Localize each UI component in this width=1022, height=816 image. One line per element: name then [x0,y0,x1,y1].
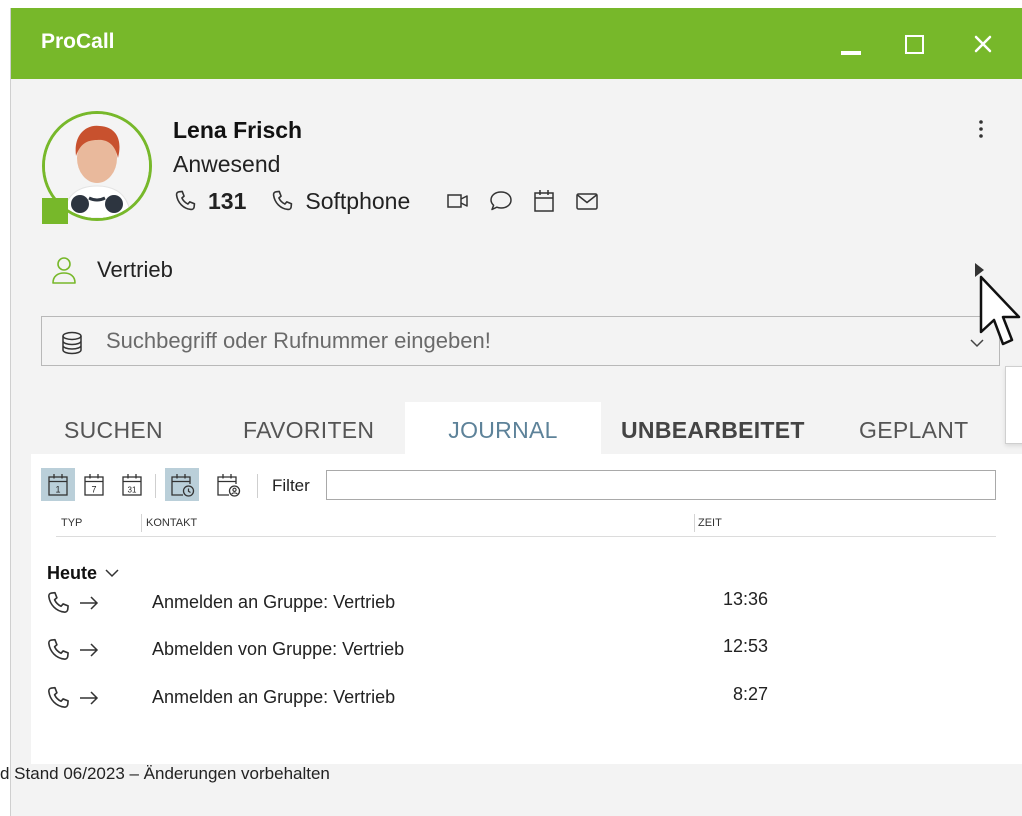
entry-contact: Anmelden an Gruppe: Vertrieb [152,687,396,707]
maximize-button[interactable] [901,27,931,59]
journal-row[interactable]: Abmelden von Gruppe: Vertrieb 12:53 [31,628,1022,668]
arrow-right-icon [80,596,99,610]
filter-month-button[interactable]: 31 [115,468,149,501]
filter-week-button[interactable]: 7 [77,468,111,501]
calendar-day-icon: 1 [48,473,68,496]
more-options-button[interactable] [973,118,989,147]
phone-icon [48,638,69,660]
header-divider [56,536,996,537]
close-button[interactable] [968,27,998,59]
calendar-week-icon: 7 [84,473,104,496]
email-button[interactable] [574,190,600,212]
column-divider[interactable] [694,514,695,532]
column-header-time[interactable]: ZEIT [698,517,722,529]
chevron-down-icon [105,569,119,578]
column-divider[interactable] [141,514,142,532]
entry-type [45,589,99,617]
mouse-cursor-icon [979,275,1021,346]
arrow-right-icon [80,643,99,657]
journal-row[interactable]: Anmelden an Gruppe: Vertrieb 8:27 [31,676,1022,716]
tab-bar: SUCHEN FAVORITEN JOURNAL UNBEARBEITET GE… [11,402,1022,454]
entry-contact: Anmelden an Gruppe: Vertrieb [152,592,396,612]
tab-suchen[interactable]: SUCHEN [64,402,163,454]
phone-device[interactable]: Softphone [305,188,410,215]
more-vertical-icon [979,120,983,138]
tab-favoriten[interactable]: FAVORITEN [243,402,374,454]
phone-icon [48,686,69,708]
toolbar-divider [257,474,258,498]
group-name: Vertrieb [97,257,173,282]
tab-unbearbeitet[interactable]: UNBEARBEITET [621,402,805,454]
journal-panel: 1 7 31 Filter TYP KONTAKT ZEIT Heute Anm… [31,454,1022,764]
day31-label: 31 [128,485,137,494]
entry-type [45,636,99,664]
minimize-icon [841,51,861,55]
filter-input[interactable] [326,470,996,500]
arrow-right-icon [80,691,99,705]
presence-badge [42,198,68,224]
entry-time: 13:36 [722,589,768,609]
calendar-person-icon [217,473,241,497]
appointment-button[interactable] [532,188,556,214]
entry-contact: Abmelden von Gruppe: Vertrieb [152,639,405,659]
entry-time: 8:27 [732,684,768,704]
tab-geplant[interactable]: GEPLANT [859,402,968,454]
chat-button[interactable] [488,189,514,213]
toolbar-divider [155,474,156,498]
journal-row[interactable]: Anmelden an Gruppe: Vertrieb 13:36 [31,581,1022,621]
day1-label: 1 [55,484,60,494]
column-header-type[interactable]: TYP [61,517,82,529]
chat-bubble-icon [490,191,512,211]
footer-note: d Stand 06/2023 – Änderungen vorbehalten [0,764,330,783]
entry-time: 12:53 [722,636,768,656]
video-call-button[interactable] [446,190,470,212]
envelope-icon [576,193,598,210]
calendar-clock-icon [171,473,195,497]
contact-actions: 131 Softphone [173,186,618,216]
user-name: Lena Frisch [173,117,303,143]
filter-today-button[interactable]: 1 [41,468,75,501]
filter-label: Filter [272,476,310,495]
presence-status[interactable]: Anwesend [173,151,280,178]
app-title: ProCall [41,30,115,53]
procall-window: ProCall Lena Frisch Anwesend 131 Softpho… [10,8,1022,816]
phone-extension[interactable]: 131 [208,188,246,215]
entry-type [45,684,99,712]
person-icon [52,257,76,284]
close-icon [974,35,992,53]
group-selector[interactable]: Vertrieb [51,255,173,285]
search-input[interactable] [106,326,956,356]
day7-label: 7 [91,484,96,494]
phone-icon [48,591,69,613]
column-header-contact[interactable]: KONTAKT [146,517,197,529]
filter-recent-button[interactable] [165,468,199,501]
database-icon [62,331,82,355]
search-box [41,316,1000,366]
minimize-button[interactable] [837,27,867,59]
filter-contact-button[interactable] [211,468,245,501]
video-camera-icon [447,194,468,208]
maximize-icon [905,35,924,54]
phone-icon [273,190,293,211]
title-bar: ProCall [11,8,1022,79]
calendar-month-icon: 31 [122,473,142,496]
tab-journal[interactable]: JOURNAL [405,402,601,454]
phone-icon [175,190,196,211]
calendar-icon [534,190,554,212]
